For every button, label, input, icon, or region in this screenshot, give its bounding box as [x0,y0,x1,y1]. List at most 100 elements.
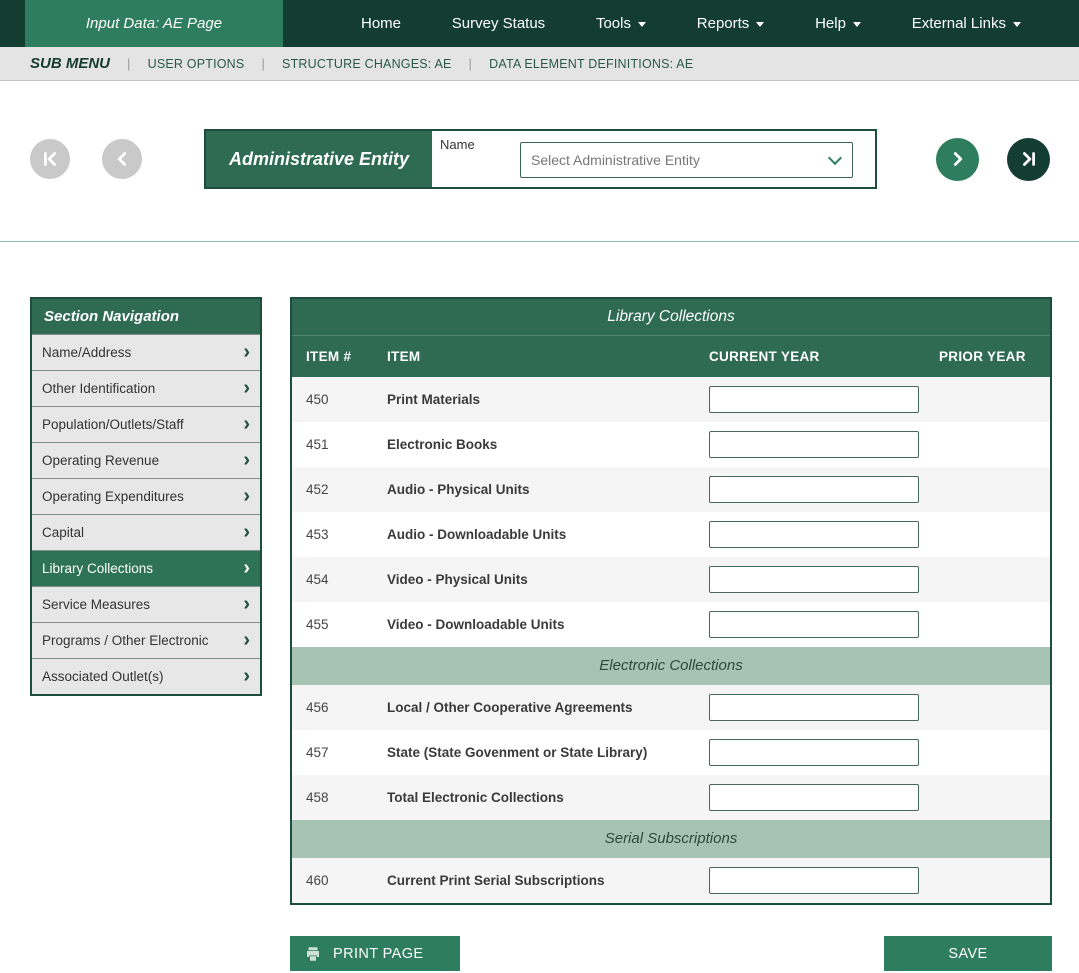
name-label: Name [440,137,475,152]
item-number: 457 [306,745,387,760]
item-label: Current Print Serial Subscriptions [387,873,709,888]
item-number: 451 [306,437,387,452]
nav-item-external-links[interactable]: External Links [912,15,1021,32]
item-label: Audio - Physical Units [387,482,709,497]
item-label: Local / Other Cooperative Agreements [387,700,709,715]
entity-selector-row: Administrative Entity Name Select Admini… [0,129,1079,189]
caret-down-icon [853,22,861,27]
item-label: Print Materials [387,392,709,407]
sidebar-item-capital[interactable]: Capital› [32,514,260,550]
current-year-input[interactable] [709,784,919,811]
print-page-button[interactable]: PRINT PAGE [290,936,460,971]
nav-item-reports[interactable]: Reports [697,15,765,32]
current-year-input[interactable] [709,867,919,894]
last-page-icon [1018,148,1040,170]
pager-left-group [30,139,142,179]
table-row: 458 Total Electronic Collections [292,775,1050,820]
sidebar-item-service-measures[interactable]: Service Measures› [32,586,260,622]
printer-icon [304,945,322,963]
column-header-item-number: ITEM # [306,349,387,364]
chevron-right-icon: › [243,666,250,686]
entity-select-wrap: Select Administrative Entity [520,142,853,178]
sidebar-item-associated-outlets[interactable]: Associated Outlet(s)› [32,658,260,694]
nav-item-survey-status[interactable]: Survey Status [452,15,545,32]
chevron-right-icon: › [243,414,250,434]
table-row: 455 Video - Downloadable Units [292,602,1050,647]
sidebar-item-programs-other-electronic[interactable]: Programs / Other Electronic› [32,622,260,658]
section-navigation-sidebar: Section Navigation Name/Address› Other I… [30,297,262,696]
chevron-right-icon: › [243,630,250,650]
table-row: 451 Electronic Books [292,422,1050,467]
nav-item-help[interactable]: Help [815,15,861,32]
current-year-input[interactable] [709,694,919,721]
item-label: Total Electronic Collections [387,790,709,805]
current-year-input[interactable] [709,611,919,638]
sidebar-title: Section Navigation [32,299,260,334]
sidebar-item-other-identification[interactable]: Other Identification› [32,370,260,406]
chevron-right-icon: › [243,378,250,398]
table-row: 460 Current Print Serial Subscriptions [292,858,1050,903]
caret-down-icon [1013,22,1021,27]
current-year-input[interactable] [709,521,919,548]
main-content: Section Navigation Name/Address› Other I… [0,242,1079,971]
item-number: 460 [306,873,387,888]
current-year-input[interactable] [709,566,919,593]
item-label: Audio - Downloadable Units [387,527,709,542]
chevron-right-icon: › [243,594,250,614]
item-label: Video - Physical Units [387,572,709,587]
sub-menu-bar: SUB MENU USER OPTIONS STRUCTURE CHANGES:… [0,47,1079,81]
sidebar-item-population-outlets-staff[interactable]: Population/Outlets/Staff› [32,406,260,442]
chevron-right-icon: › [243,558,250,578]
table-row: 456 Local / Other Cooperative Agreements [292,685,1050,730]
table-section-header-electronic-collections: Electronic Collections [292,647,1050,685]
table-column: Library Collections ITEM # ITEM CURRENT … [290,297,1052,971]
save-button[interactable]: SAVE [884,936,1052,971]
table-row: 452 Audio - Physical Units [292,467,1050,512]
first-page-button[interactable] [30,139,70,179]
column-header-current-year: CURRENT YEAR [709,349,939,364]
sub-menu-title: SUB MENU [30,55,110,72]
item-number: 454 [306,572,387,587]
action-buttons-row: PRINT PAGE SAVE [290,936,1052,971]
table-row: 457 State (State Govenment or State Libr… [292,730,1050,775]
nav-item-tools[interactable]: Tools [596,15,646,32]
table-header-row: ITEM # ITEM CURRENT YEAR PRIOR YEAR [292,335,1050,377]
current-year-input[interactable] [709,386,919,413]
sidebar-item-name-address[interactable]: Name/Address› [32,334,260,370]
submenu-item-user-options[interactable]: USER OPTIONS [110,56,244,71]
column-header-prior-year: PRIOR YEAR [939,349,1050,364]
nav-tab-input-data-ae-page[interactable]: Input Data: AE Page [25,0,283,47]
current-year-input[interactable] [709,431,919,458]
nav-item-home[interactable]: Home [361,15,401,32]
submenu-item-data-element-definitions-ae[interactable]: DATA ELEMENT DEFINITIONS: AE [452,56,694,71]
nav-menu: Home Survey Status Tools Reports Help Ex… [283,0,1079,47]
nav-tab-label: Input Data: AE Page [86,15,222,32]
sidebar-item-operating-expenditures[interactable]: Operating Expenditures› [32,478,260,514]
last-page-button[interactable] [1007,138,1050,181]
item-label: Video - Downloadable Units [387,617,709,632]
chevron-right-icon: › [243,450,250,470]
caret-down-icon [638,22,646,27]
top-navigation: Input Data: AE Page Home Survey Status T… [0,0,1079,47]
caret-down-icon [756,22,764,27]
chevron-right-icon: › [243,486,250,506]
first-page-icon [39,148,61,170]
item-number: 456 [306,700,387,715]
entity-panel-title: Administrative Entity [206,131,432,187]
item-number: 455 [306,617,387,632]
sidebar-item-library-collections[interactable]: Library Collections› [32,550,260,586]
table-section-header-serial-subscriptions: Serial Subscriptions [292,820,1050,858]
column-header-item: ITEM [387,349,709,364]
administrative-entity-select[interactable]: Select Administrative Entity [520,142,853,178]
table-row: 454 Video - Physical Units [292,557,1050,602]
item-number: 450 [306,392,387,407]
current-year-input[interactable] [709,476,919,503]
sidebar-item-operating-revenue[interactable]: Operating Revenue› [32,442,260,478]
submenu-item-structure-changes-ae[interactable]: STRUCTURE CHANGES: AE [244,56,451,71]
previous-page-button[interactable] [102,139,142,179]
item-number: 458 [306,790,387,805]
next-page-button[interactable] [936,138,979,181]
current-year-input[interactable] [709,739,919,766]
entity-form: Name Select Administrative Entity [432,131,875,187]
print-page-label: PRINT PAGE [333,946,423,962]
